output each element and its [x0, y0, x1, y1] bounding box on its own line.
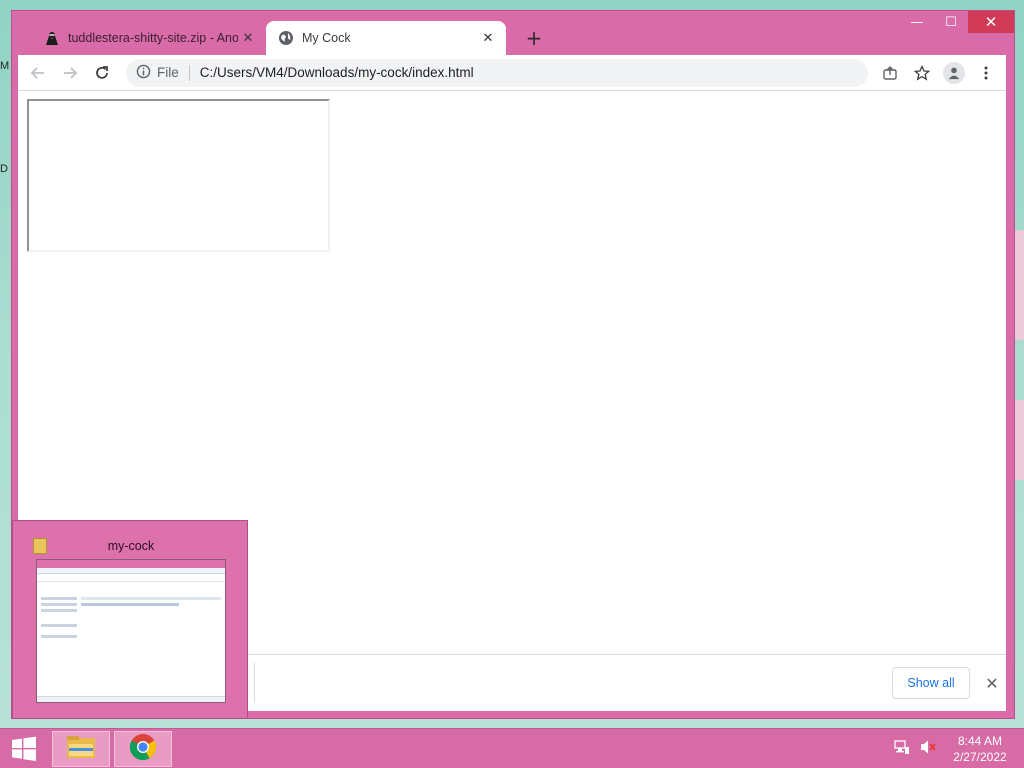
explorer-thumbnail[interactable] [36, 559, 226, 703]
close-icon[interactable]: ✕ [980, 671, 1004, 695]
file-explorer-icon [66, 734, 96, 764]
empty-iframe[interactable] [27, 99, 330, 252]
tab-close-icon[interactable]: ✕ [238, 28, 258, 48]
address-bar[interactable]: File C:/Users/VM4/Downloads/my-cock/inde… [126, 58, 868, 87]
reload-icon[interactable] [86, 57, 118, 89]
chrome-icon [129, 733, 157, 765]
globe-icon [278, 30, 294, 46]
show-all-button[interactable]: Show all [892, 667, 970, 699]
tab-title: tuddlestera-shitty-site.zip - Anon [68, 31, 238, 45]
tab-title: My Cock [302, 31, 351, 45]
address-separator [188, 64, 190, 81]
profile-avatar-icon [943, 61, 965, 84]
new-tab-button[interactable]: + [520, 21, 548, 55]
desktop-icon-label: D [0, 163, 8, 175]
file-explorer-taskbar-button[interactable] [52, 731, 110, 767]
volume-muted-icon[interactable] [920, 739, 938, 759]
ninja-avatar-icon [44, 30, 60, 46]
tab-my-cock[interactable]: My Cock ✕ [266, 21, 506, 55]
thumbnail-address [37, 574, 225, 582]
url-text[interactable]: C:/Users/VM4/Downloads/my-cock/index.htm… [200, 65, 474, 80]
url-scheme-label: File [157, 65, 179, 80]
info-icon[interactable] [136, 64, 151, 82]
taskbar-preview[interactable]: my-cock [12, 520, 248, 719]
chrome-taskbar-button[interactable] [114, 731, 172, 767]
clock-time: 8:44 AM [957, 734, 1003, 748]
bookmark-star-icon[interactable] [906, 57, 938, 89]
menu-kebab-icon[interactable] [970, 57, 1002, 89]
share-icon[interactable] [874, 57, 906, 89]
windows-start-icon[interactable] [8, 735, 40, 763]
tab-close-icon[interactable]: ✕ [478, 28, 498, 48]
profile-button[interactable] [938, 57, 970, 89]
download-bar-divider [254, 663, 255, 703]
tab-zip-download[interactable]: tuddlestera-shitty-site.zip - Anon ✕ [32, 21, 266, 55]
taskbar: 8:44 AM 2/27/2022 [0, 728, 1024, 768]
network-icon[interactable] [894, 739, 910, 759]
back-icon[interactable] [22, 57, 54, 89]
clock-date: 2/27/2022 [953, 750, 1007, 764]
thumbnail-nav-pane [41, 594, 77, 641]
preview-title: my-cock [107, 539, 155, 553]
system-clock[interactable]: 8:44 AM 2/27/2022 [942, 733, 1018, 765]
tab-strip: tuddlestera-shitty-site.zip - Anon ✕ My … [18, 21, 998, 55]
browser-toolbar: File C:/Users/VM4/Downloads/my-cock/inde… [18, 55, 1006, 91]
thumbnail-statusbar [37, 696, 225, 702]
thumbnail-titlebar [37, 560, 225, 568]
desktop-icon-label: M [0, 60, 10, 72]
system-tray [894, 739, 938, 759]
forward-icon[interactable] [54, 57, 86, 89]
